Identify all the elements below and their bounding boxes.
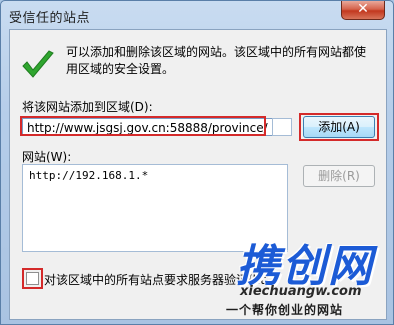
input-overflow-field (272, 118, 292, 136)
watermark-slogan: 一个帮你创业的网站 (226, 303, 344, 317)
watermark-domain: xiechuangw.com (240, 284, 362, 299)
add-button[interactable]: 添加(A) (303, 116, 375, 138)
https-checkbox[interactable] (26, 272, 39, 285)
close-icon: ✕ (357, 1, 369, 17)
sites-label: 网站(W): (22, 150, 72, 164)
remove-button[interactable]: 删除(R) (303, 165, 375, 187)
add-site-label: 将该网站添加到区域(D): (22, 100, 153, 114)
checkmark-icon (22, 50, 54, 78)
watermark: 携创网 xiechuangw.com 一个帮你创业的网站 (226, 230, 392, 323)
close-button[interactable]: ✕ (341, 1, 385, 20)
site-url-value: http://www.jsgsj.gov.cn:58888/province/ (27, 121, 268, 135)
site-url-input[interactable]: http://www.jsgsj.gov.cn:58888/province/ (22, 118, 288, 136)
list-item[interactable]: http://192.168.1.* (29, 169, 281, 182)
window-title: 受信任的站点 (9, 11, 91, 26)
zone-description: 可以添加和删除该区域的网站。该区域中的所有网站都使用区域的安全设置。 (66, 45, 367, 76)
